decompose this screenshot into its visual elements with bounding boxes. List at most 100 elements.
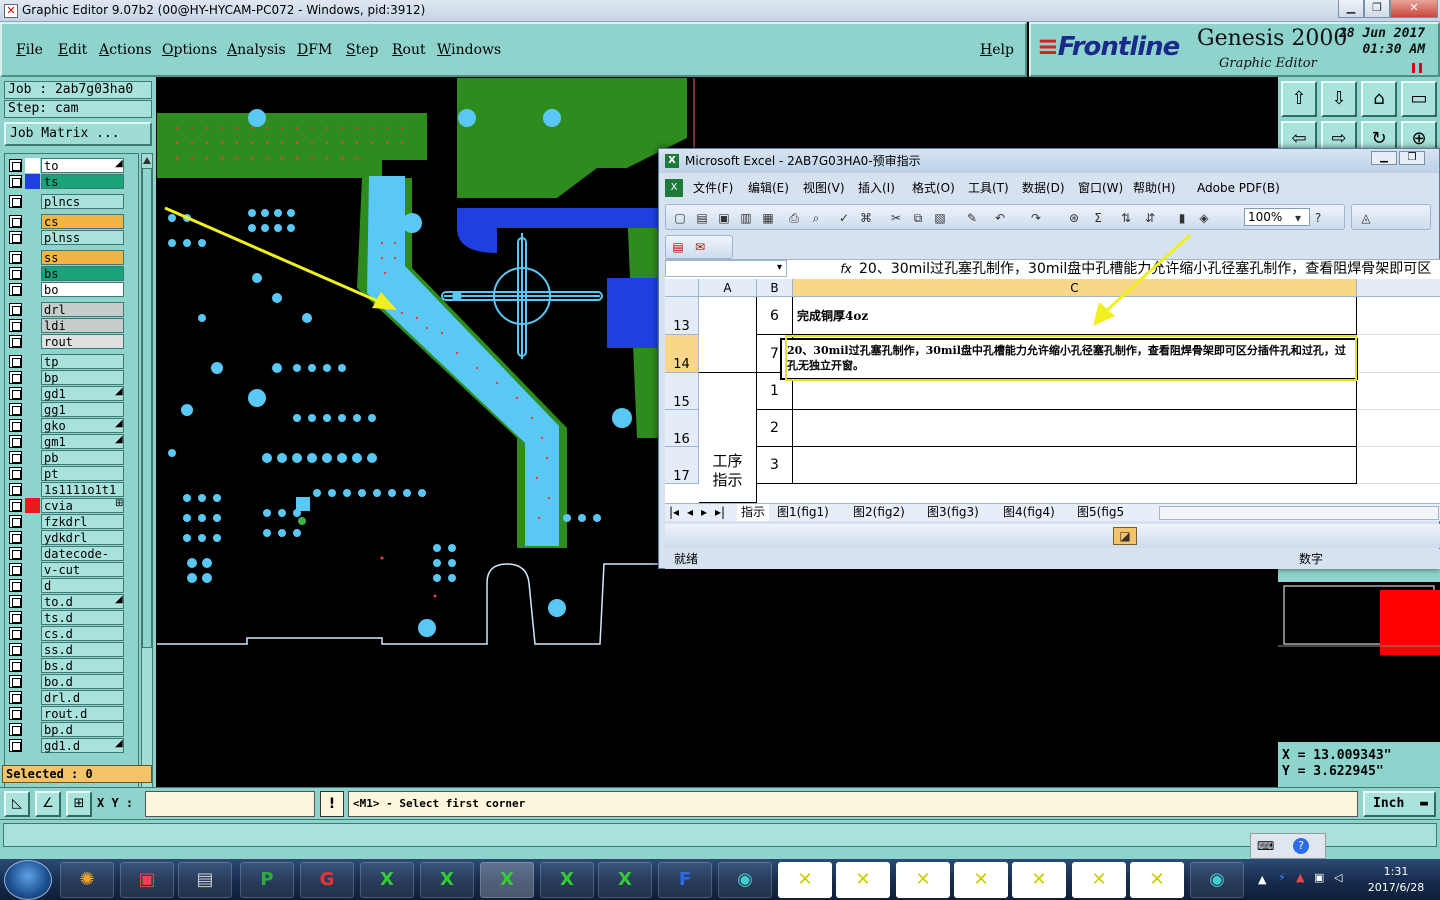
layer-checkbox[interactable]: [9, 547, 22, 560]
redo-icon[interactable]: ↷: [1028, 210, 1044, 226]
layer-row-drl-d[interactable]: drl.d: [5, 690, 138, 705]
layer-name[interactable]: 1s1111o1t1: [41, 482, 124, 497]
column-header-d[interactable]: [1357, 279, 1440, 297]
layer-row-to[interactable]: to ◢: [5, 158, 138, 173]
tool-home-icon[interactable]: ⌂: [1361, 81, 1397, 117]
scroll-thumb[interactable]: [142, 168, 152, 648]
taskbar-excel-icon[interactable]: X: [360, 862, 414, 898]
layer-row-bp[interactable]: bp: [5, 370, 138, 385]
excel-menu-file[interactable]: 文件(F): [693, 177, 733, 199]
layer-checkbox[interactable]: [9, 627, 22, 640]
layer-name[interactable]: gd1: [41, 386, 124, 401]
layer-checkbox[interactable]: [9, 659, 22, 672]
row-header[interactable]: 14: [665, 335, 699, 373]
layer-row-cvia[interactable]: cvia ⊞: [5, 498, 138, 513]
layer-checkbox[interactable]: [9, 371, 22, 384]
layer-row-pb[interactable]: pb: [5, 450, 138, 465]
layer-row-gko[interactable]: gko ◢: [5, 418, 138, 433]
format-painter-icon[interactable]: ✎: [964, 210, 980, 226]
taskbar-excel-icon[interactable]: X: [540, 862, 594, 898]
empty-cell[interactable]: [1357, 335, 1440, 373]
new-icon[interactable]: ▢: [672, 210, 688, 226]
layer-row-bo[interactable]: bo: [5, 282, 138, 297]
tray-app-icon[interactable]: ⚡: [1278, 871, 1286, 884]
sort-asc-icon[interactable]: ⇅: [1118, 210, 1134, 226]
close-button[interactable]: ✕: [1390, 0, 1438, 18]
job-matrix-button[interactable]: Job Matrix ...: [4, 122, 152, 146]
layer-row-gd1-d[interactable]: gd1.d ◢: [5, 738, 138, 753]
excel-doc-icon[interactable]: X: [665, 179, 683, 197]
layer-name[interactable]: datecode-to: [41, 546, 124, 575]
menu-file[interactable]: File: [16, 42, 43, 58]
taskbar-genesis-icon[interactable]: ✕: [1072, 862, 1126, 898]
tab-last-icon[interactable]: ▸|: [715, 504, 725, 521]
tab-instructions[interactable]: 指示: [737, 504, 770, 521]
excel-menu-window[interactable]: 窗口(W): [1078, 177, 1123, 199]
tab-fig5[interactable]: 图5(fig5: [1077, 504, 1124, 521]
layer-row-gg1[interactable]: gg1: [5, 402, 138, 417]
layer-name[interactable]: ldi: [41, 318, 124, 333]
layer-name[interactable]: bs.d: [41, 658, 124, 673]
menu-dfm[interactable]: DFM: [297, 42, 332, 58]
layer-name[interactable]: plnss: [41, 230, 124, 245]
print-icon[interactable]: ⎙: [786, 210, 802, 226]
layer-name[interactable]: bp.d: [41, 722, 124, 737]
research-icon[interactable]: ⌘: [858, 210, 874, 226]
taskbar-excel-icon[interactable]: X: [480, 862, 534, 898]
column-header-a[interactable]: A: [699, 279, 757, 297]
layer-checkbox[interactable]: [9, 467, 22, 480]
layer-row-fzkdrl[interactable]: fzkdrl: [5, 514, 138, 529]
merged-cell-a[interactable]: [699, 297, 757, 373]
layer-checkbox[interactable]: [9, 335, 22, 348]
layer-checkbox[interactable]: [9, 303, 22, 316]
layer-checkbox[interactable]: [9, 215, 22, 228]
column-header-b[interactable]: B: [757, 279, 793, 297]
layer-name[interactable]: bp: [41, 370, 124, 385]
tab-first-icon[interactable]: |◂: [669, 504, 679, 521]
layer-row-ss[interactable]: ss: [5, 250, 138, 265]
layer-name[interactable]: d: [41, 578, 124, 593]
paste-icon[interactable]: ▧: [932, 210, 948, 226]
pdf-convert-icon[interactable]: ▤: [670, 239, 686, 255]
text-cell[interactable]: [793, 410, 1357, 447]
taskbar-fish2-icon[interactable]: ◉: [1190, 862, 1244, 898]
taskbar-genesis-icon[interactable]: ✕: [954, 862, 1008, 898]
excel-menu-tools[interactable]: 工具(T): [968, 177, 1009, 199]
menu-edit[interactable]: Edit: [58, 42, 87, 58]
spelling-icon[interactable]: ✓: [836, 210, 852, 226]
select-all-corner[interactable]: [665, 279, 699, 297]
layer-name[interactable]: pt: [41, 466, 124, 481]
layer-checkbox[interactable]: [9, 499, 22, 512]
name-box-dropdown-icon[interactable]: ▾: [777, 262, 782, 273]
layer-row-rout-d[interactable]: rout.d: [5, 706, 138, 721]
tray-expand-icon[interactable]: ▲: [1258, 873, 1266, 886]
overview-minimap[interactable]: [1278, 582, 1440, 742]
xy-input[interactable]: [145, 791, 315, 817]
layer-row-tp[interactable]: tp: [5, 354, 138, 369]
zoom-dropdown-icon[interactable]: ▾: [1290, 210, 1306, 226]
menu-step[interactable]: Step: [346, 42, 378, 58]
unit-selector[interactable]: Inch ▬: [1363, 791, 1436, 817]
layer-list-scrollbar[interactable]: [141, 153, 153, 833]
layer-checkbox[interactable]: [9, 159, 22, 172]
layer-row-ydkdrl[interactable]: ydkdrl: [5, 530, 138, 545]
layer-row-1s1111o1t1[interactable]: 1s1111o1t1: [5, 482, 138, 497]
angle-icon[interactable]: ∠: [35, 791, 61, 817]
layer-row-bs[interactable]: bs: [5, 266, 138, 281]
layer-checkbox[interactable]: [9, 515, 22, 528]
layer-name[interactable]: to: [41, 158, 124, 173]
scroll-up-icon[interactable]: [143, 156, 151, 164]
warning-button[interactable]: !: [320, 791, 344, 817]
layer-name[interactable]: bo: [41, 282, 124, 297]
layer-checkbox[interactable]: [9, 283, 22, 296]
undo-icon[interactable]: ↶: [992, 210, 1008, 226]
taskbar-keyboard-icon[interactable]: ▤: [178, 862, 232, 898]
seq-cell[interactable]: 6: [757, 297, 793, 335]
excel-menu-insert[interactable]: 插入(I): [858, 177, 895, 199]
tab-next-icon[interactable]: ▸: [701, 504, 707, 521]
maximize-button[interactable]: ❐: [1364, 0, 1390, 18]
empty-cell[interactable]: [1357, 373, 1440, 410]
excel-menu-adobe-pdf[interactable]: Adobe PDF(B): [1197, 177, 1280, 199]
layer-checkbox[interactable]: [9, 691, 22, 704]
layer-row-bo-d[interactable]: bo.d: [5, 674, 138, 689]
